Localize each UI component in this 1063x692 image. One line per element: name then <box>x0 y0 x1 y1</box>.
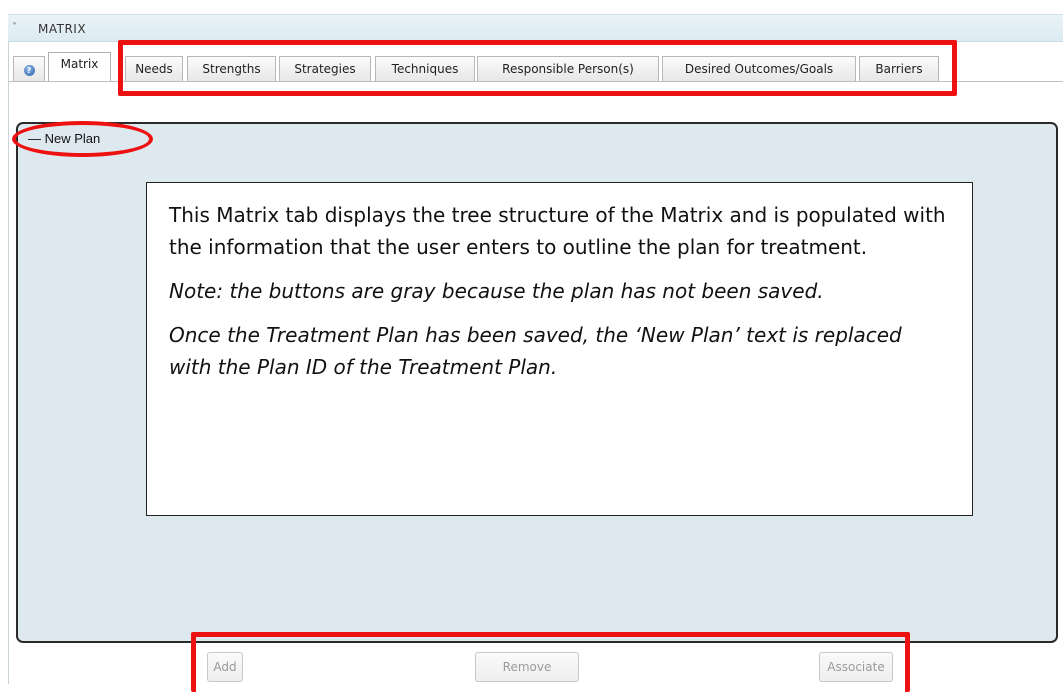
annotation-callout: This Matrix tab displays the tree struct… <box>146 182 973 516</box>
callout-text-3: Once the Treatment Plan has been saved, … <box>169 323 902 379</box>
callout-text-2: Note: the buttons are gray because the p… <box>169 279 824 303</box>
tabs-highlight-box <box>118 40 957 96</box>
chevron-down-icon[interactable]: ˅ <box>12 21 17 35</box>
callout-text-1: This Matrix tab displays the tree struct… <box>169 203 946 259</box>
tab-help[interactable]: ? <box>13 56 45 82</box>
buttons-highlight-box <box>191 632 910 692</box>
top-strip <box>0 0 1063 14</box>
panel-border <box>8 42 9 684</box>
help-icon: ? <box>23 65 35 76</box>
matrix-section-header[interactable]: ˅ MATRIX <box>8 14 1063 42</box>
new-plan-highlight-ellipse <box>12 121 153 157</box>
tab-matrix[interactable]: Matrix <box>48 52 111 82</box>
section-title: MATRIX <box>38 22 87 36</box>
